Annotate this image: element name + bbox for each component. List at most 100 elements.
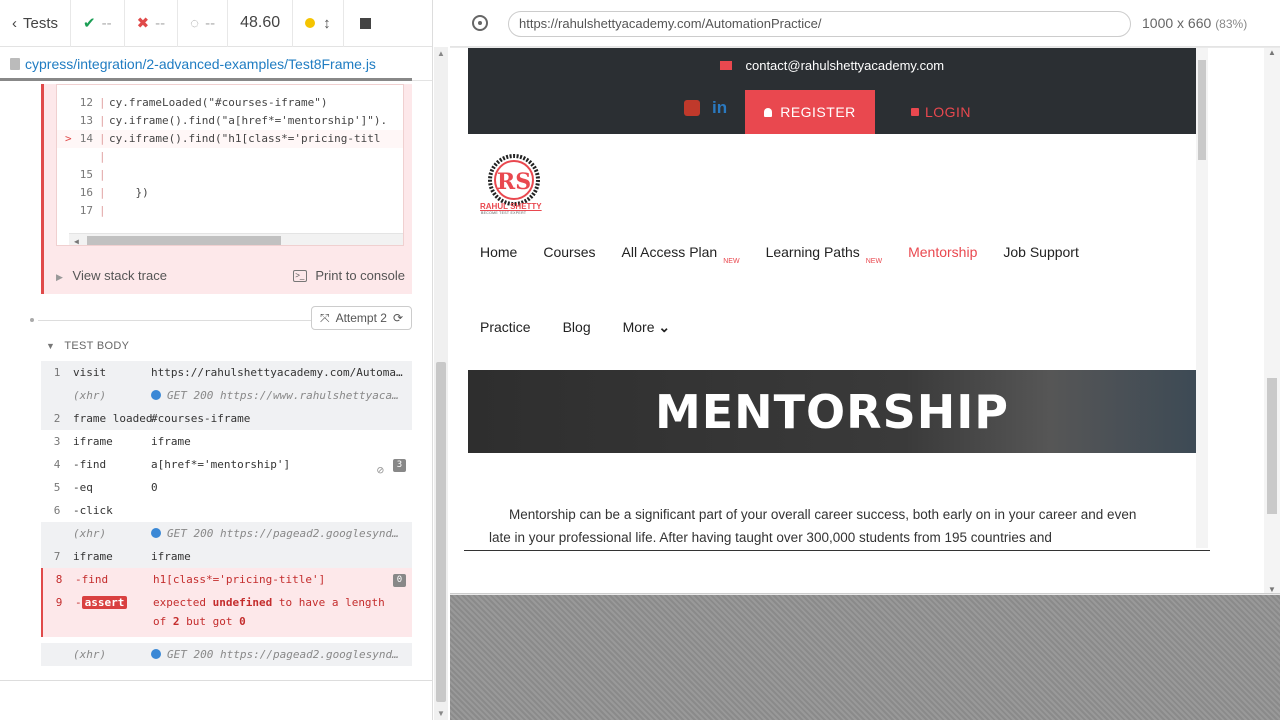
login-label: LOGIN <box>924 104 972 120</box>
pending-count[interactable]: ◌ -- <box>178 0 229 47</box>
linkedin-icon[interactable]: in <box>712 98 727 118</box>
reporter-scrollbar[interactable]: ▲ ▼ <box>434 47 448 720</box>
contact-email[interactable]: contact@rahulshettyacademy.com <box>468 58 1196 73</box>
print-to-console-label: Print to console <box>315 267 405 283</box>
nav-link[interactable]: More ⌄ <box>623 319 671 336</box>
nav-link-label: Blog <box>562 319 591 335</box>
youtube-icon[interactable] <box>684 100 700 116</box>
site-logo[interactable]: RS RAHUL SHETTY BECOME TEST EXPERT <box>480 152 550 220</box>
failed-value: -- <box>155 14 166 32</box>
command-row[interactable]: 6 -click <box>41 499 412 522</box>
print-to-console-button[interactable]: >_ Print to console <box>292 267 405 283</box>
command-row[interactable]: 3 iframe iframe <box>41 430 412 453</box>
spec-path-link[interactable]: cypress/integration/2-advanced-examples/… <box>25 56 376 72</box>
reporter-panel: ‹ Tests ✔ -- ✖ -- ◌ -- 48.60 ↕ cypress/i… <box>0 0 433 720</box>
gutter-bar: | <box>99 150 106 163</box>
aut-scrollbar[interactable]: ▲ ▼ <box>1264 48 1280 593</box>
nav-link[interactable]: Practice <box>480 319 531 336</box>
scroll-down-icon[interactable]: ▼ <box>1268 585 1276 593</box>
code-horizontal-scrollbar[interactable]: ◀ ▶ <box>69 233 403 245</box>
back-to-tests-button[interactable]: ‹ Tests <box>0 0 72 47</box>
command-row[interactable]: 2 frame loaded #courses-iframe <box>41 407 412 430</box>
command-row[interactable]: 1 visit https://rahulshettyacademy.com/Aut… <box>41 361 412 384</box>
scroll-down-icon[interactable]: ▼ <box>437 709 445 718</box>
stop-button[interactable] <box>344 0 383 47</box>
command-message: h1[class*='pricing-title'] <box>153 568 412 591</box>
assert-value: 2 <box>172 615 180 628</box>
assert-value: undefined <box>212 596 273 609</box>
command-number: 3 <box>53 435 61 448</box>
line-number: 13 <box>79 114 93 127</box>
gutter-bar: | <box>99 186 106 199</box>
nav-link[interactable]: Mentorship <box>908 244 977 265</box>
nav-link-label: Courses <box>543 244 596 260</box>
nav-link-label: All Access Plan <box>621 244 718 260</box>
scroll-up-icon[interactable]: ▲ <box>1268 48 1276 57</box>
view-stack-trace-toggle[interactable]: ▶ View stack trace <box>56 268 167 283</box>
command-message-text: iframe <box>151 550 191 563</box>
terminal-icon: >_ <box>292 270 307 283</box>
login-button[interactable]: LOGIN <box>896 90 986 134</box>
command-row-assert[interactable]: 9 - assert expected undefined to have a l… <box>41 591 412 637</box>
command-message: iframe <box>151 430 412 453</box>
view-stack-trace-label: View stack trace <box>72 267 167 283</box>
chevron-left-icon: ‹ <box>12 14 17 32</box>
viewport-background <box>450 595 1280 720</box>
command-name: - assert <box>75 593 153 612</box>
register-button[interactable]: REGISTER <box>745 90 875 134</box>
auto-scroll-toggle[interactable]: ↕ <box>293 0 344 47</box>
retry-icon: ⟳ <box>392 311 403 325</box>
command-message-text: iframe <box>151 435 191 448</box>
command-row[interactable]: 7 iframe iframe <box>41 545 412 568</box>
scroll-up-icon[interactable]: ▲ <box>437 49 445 58</box>
command-message-text: GET 200 https://pagead2.googlesynd… <box>167 527 399 540</box>
assert-badge: assert <box>81 596 128 609</box>
command-row[interactable]: (xhr) GET 200 https://www.rahulshettyaca… <box>41 384 412 407</box>
scroll-left-icon[interactable]: ◀ <box>74 237 79 245</box>
site-scrollbar[interactable] <box>1196 48 1208 548</box>
scroll-thumb[interactable] <box>1267 378 1277 514</box>
command-row[interactable]: 5 -eq 0 <box>41 476 412 499</box>
nav-link[interactable]: Home <box>480 244 517 265</box>
nav-link-label: Practice <box>480 319 531 335</box>
assert-message: expected undefined to have a length of 2… <box>153 593 412 631</box>
nav-link[interactable]: All Access Plan NEW <box>622 244 740 265</box>
nav-link[interactable]: Courses <box>543 244 595 265</box>
error-code-frame: 12 | cy.frameLoaded("#courses-iframe") 13 | c… <box>41 84 412 294</box>
code-frame: 12 | cy.frameLoaded("#courses-iframe") 13 | c… <box>56 84 404 246</box>
new-badge: NEW <box>865 258 883 265</box>
caret-down-icon: ▼ <box>46 341 56 351</box>
hero-title: MENTORSHIP <box>654 384 1010 439</box>
nav-link[interactable]: Blog <box>563 319 591 336</box>
aut-iframe: contact@rahulshettyacademy.com in REGIST… <box>450 48 1280 594</box>
code-line: 15 | <box>57 166 403 184</box>
attempt-row: ⤧ Attempt 2 ⟳ <box>30 306 412 334</box>
scroll-thumb[interactable] <box>436 362 446 702</box>
test-body-header[interactable]: ▼ TEST BODY <box>46 340 129 352</box>
main-nav: Home Courses All Access PlanNEW Learning Pa… <box>480 244 1079 265</box>
nav-link[interactable]: Learning Paths NEW <box>766 244 883 265</box>
line-number <box>57 148 99 166</box>
nav-link-label: Home <box>480 244 518 260</box>
command-row[interactable]: 4 -find a[href*='mentorship'] ⊘ 3 <box>41 453 412 477</box>
scroll-thumb[interactable] <box>87 236 281 245</box>
command-name: (xhr) <box>73 527 107 540</box>
command-row[interactable]: 8 -find h1[class*='pricing-title'] 0 <box>41 568 412 591</box>
nav-link-label: Job Support <box>1003 244 1079 260</box>
gutter-bar: | <box>99 114 106 127</box>
command-row-xhr[interactable]: (xhr) GET 200 https://pagead2.googlesynd… <box>41 643 412 666</box>
url-bar[interactable]: https://rahulshettyacademy.com/Automatio… <box>508 11 1131 37</box>
failed-count[interactable]: ✖ -- <box>125 0 179 47</box>
scroll-thumb[interactable] <box>1198 60 1206 160</box>
command-message: iframe <box>151 545 412 568</box>
command-row[interactable]: (xhr) GET 200 https://pagead2.googlesynd… <box>41 522 412 545</box>
selector-playground-icon[interactable] <box>472 15 488 31</box>
attempt-tag[interactable]: ⤧ Attempt 2 ⟳ <box>310 306 412 330</box>
command-name: visit <box>73 366 107 379</box>
nav-link[interactable]: Job Support <box>1003 244 1079 265</box>
command-number: 6 <box>53 504 61 517</box>
viewport-info[interactable]: 1000 x 660 (83%) <box>1142 15 1247 31</box>
command-name: (xhr) <box>73 389 107 402</box>
gutter-bar: | <box>99 204 106 217</box>
passed-count[interactable]: ✔ -- <box>71 0 125 47</box>
